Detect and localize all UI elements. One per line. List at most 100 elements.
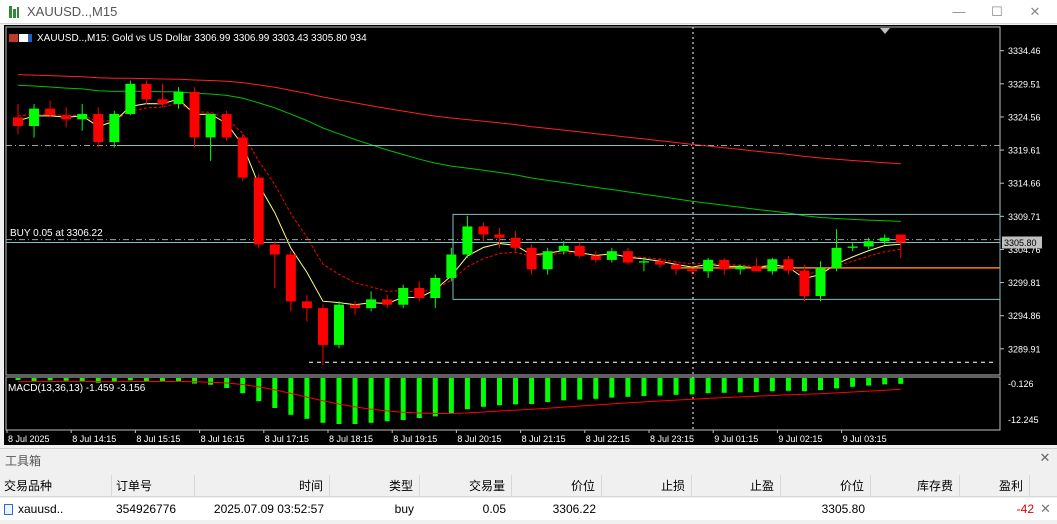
macd-bar (15, 378, 21, 380)
price-chart[interactable]: 3334.46 3329.51 3324.56 3319.61 3314.66 3309.… (4, 25, 1057, 445)
macd-bar (513, 378, 519, 405)
macd-bar (577, 378, 583, 400)
candle-body (77, 114, 88, 120)
row-sl[interactable] (602, 498, 692, 520)
macd-bar (753, 378, 759, 392)
row-order: 354926776 (116, 502, 177, 516)
candle-body (879, 237, 890, 242)
macd-bar (689, 378, 695, 395)
macd-tick-label: -0.126 (1008, 379, 1034, 389)
moving-average-fast (17, 98, 901, 306)
time-tick-label: 8 Jul 16:15 (201, 434, 245, 444)
time-tick-label: 8 Jul 18:15 (329, 434, 373, 444)
macd-bar (769, 378, 775, 392)
macd-bar (47, 378, 53, 381)
row-profit: -42 (1016, 502, 1034, 516)
macd-bar (368, 378, 374, 423)
current-price-tag-label: 3305.80 (1004, 238, 1037, 248)
col-header-profit[interactable]: 盈利 (960, 475, 1030, 497)
candle-body (574, 245, 585, 256)
candle-body (382, 299, 393, 305)
trade-table-header: 交易品种 订单号 时间 类型 交易量 价位 止损 止盈 价位 库存费 盈利 (0, 475, 1057, 497)
candle-body (751, 266, 762, 272)
candle-body (687, 269, 698, 272)
candle-body (494, 234, 505, 238)
macd-bar (192, 378, 198, 384)
macd-bar (63, 378, 69, 381)
macd-bar (31, 378, 37, 382)
position-icon (4, 504, 13, 515)
candle-body (269, 244, 280, 255)
col-header-price[interactable]: 价位 (781, 475, 871, 497)
macd-bar (448, 378, 454, 414)
macd-bar (834, 378, 840, 389)
candle-body (350, 304, 361, 309)
row-type: buy (394, 502, 414, 516)
col-header-symbol[interactable]: 交易品种 (0, 475, 112, 497)
time-tick-label: 9 Jul 03:15 (843, 434, 887, 444)
col-header-swap[interactable]: 库存费 (871, 475, 960, 497)
macd-bar (416, 378, 422, 418)
candle-body (237, 137, 248, 178)
maximize-button[interactable]: ☐ (982, 3, 1012, 21)
toolbox-close-icon[interactable]: ✕ (1037, 450, 1053, 466)
macd-bar (497, 378, 502, 406)
macd-bar (208, 378, 214, 385)
col-header-time[interactable]: 时间 (195, 475, 330, 497)
row-time: 2025.07.09 03:52:57 (213, 502, 324, 516)
col-header-order[interactable]: 订单号 (112, 475, 195, 497)
chart-window-icon (9, 6, 19, 18)
candle-body (446, 254, 457, 278)
time-tick-label: 9 Jul 02:15 (778, 434, 822, 444)
candle-body (526, 247, 537, 270)
col-header-sl[interactable]: 止损 (602, 475, 692, 497)
macd-bar (480, 378, 486, 407)
row-volume: 0.05 (482, 502, 506, 516)
candle-body (157, 99, 168, 104)
chart-info-line: XAUUSD..,M15: Gold vs US Dollar 3306.99 … (37, 33, 367, 44)
macd-bar (866, 378, 872, 386)
col-header-tp[interactable]: 止盈 (692, 475, 781, 497)
macd-signal-line (17, 380, 901, 414)
shift-marker-icon[interactable] (880, 28, 890, 34)
candle-body (847, 246, 858, 248)
window-titlebar: XAUUSD..,M15 — ☐ ✕ (0, 0, 1057, 24)
macd-bar (561, 378, 567, 401)
col-header-open-price[interactable]: 价位 (512, 475, 602, 497)
table-row[interactable]: xauusd.. 354926776 2025.07.09 03:52:57 b… (0, 498, 1057, 520)
row-swap (871, 498, 960, 520)
candle-body (13, 117, 23, 127)
macd-bar (641, 378, 647, 396)
time-tick-label: 8 Jul 22:15 (586, 434, 630, 444)
candle-body (61, 115, 72, 120)
time-tick-label: 8 Jul 17:15 (265, 434, 309, 444)
candle-body (815, 267, 826, 297)
candle-body (542, 251, 553, 270)
candle-body (253, 177, 264, 245)
col-header-type[interactable]: 类型 (330, 475, 420, 497)
macd-bar (127, 378, 133, 381)
candle-body (285, 254, 296, 302)
macd-bar (432, 378, 438, 417)
row-tp[interactable] (692, 498, 781, 520)
candle-body (430, 277, 441, 299)
time-tick-label: 9 Jul 01:15 (714, 434, 758, 444)
col-header-volume[interactable]: 交易量 (420, 475, 512, 497)
candle-body (863, 241, 874, 247)
macd-bar (657, 378, 663, 396)
macd-bar (609, 378, 615, 398)
macd-bar (705, 378, 711, 394)
price-tick-label: 3329.51 (1008, 79, 1041, 89)
symbol-icon (9, 34, 32, 42)
minimize-button[interactable]: — (944, 3, 974, 21)
candle-body (366, 299, 377, 309)
close-position-icon[interactable]: ✕ (1040, 498, 1051, 520)
chart-canvas[interactable]: 3334.46 3329.51 3324.56 3319.61 3314.66 3309.… (4, 25, 1057, 445)
candle-body (334, 304, 344, 345)
macd-bar (336, 378, 342, 424)
time-tick-label: 8 Jul 23:15 (650, 434, 694, 444)
candle-body (767, 259, 778, 272)
candle-body (719, 259, 730, 270)
candle-body (510, 237, 521, 248)
close-window-button[interactable]: ✕ (1020, 3, 1050, 21)
